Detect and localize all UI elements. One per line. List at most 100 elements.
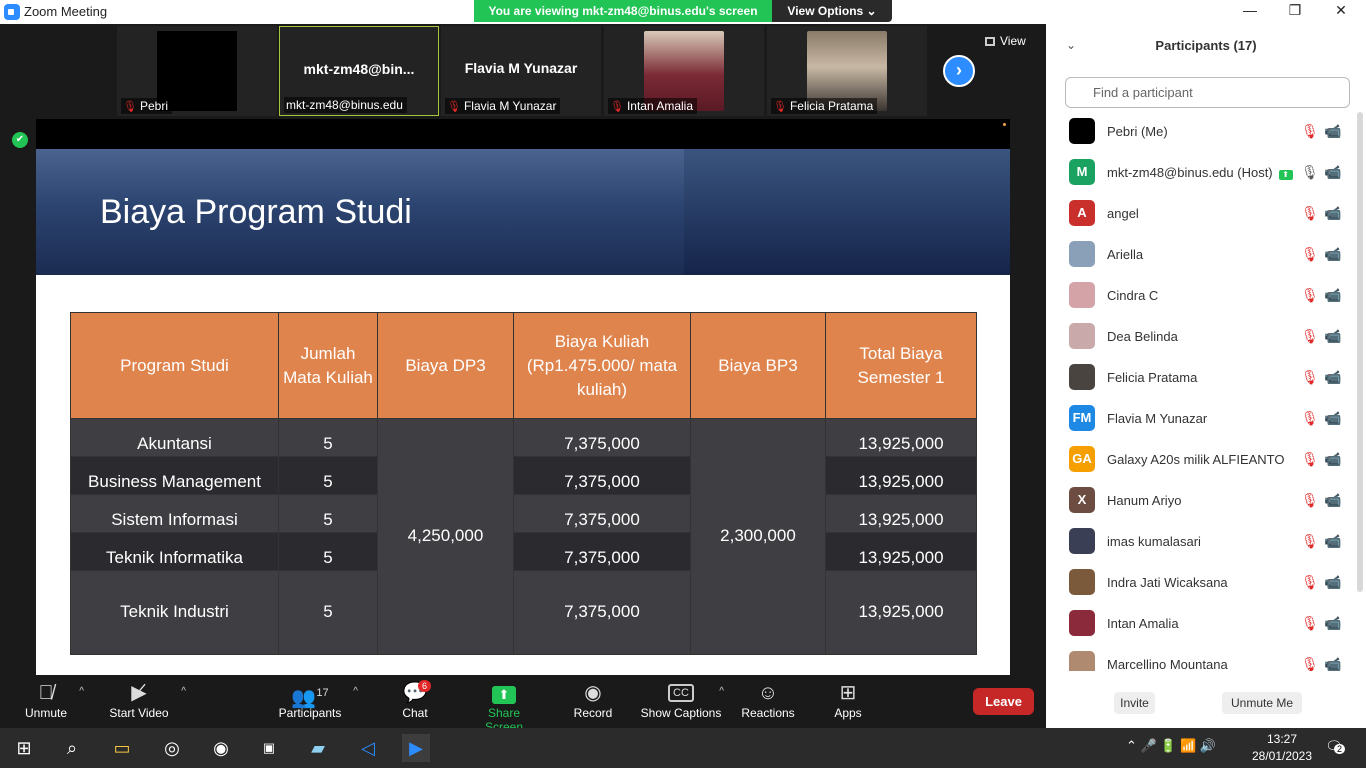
mic-muted-icon[interactable]: 🎙 (1301, 410, 1319, 427)
mic-muted-icon[interactable]: 🎙 (1301, 328, 1319, 345)
share-screen-button[interactable]: ⬆ Share Screen (468, 680, 540, 734)
zoom-taskbar-icon[interactable]: ▶ (402, 734, 430, 762)
mic-muted-icon[interactable]: 🎙 (1301, 574, 1319, 591)
participant-row[interactable]: Mmkt-zm48@binus.edu (Host) ⬆ 🎙 📹 (1046, 152, 1354, 193)
unmute-button[interactable]: 🎙̸ Unmute ^ (24, 680, 84, 720)
video-off-icon[interactable]: 📹 (1324, 287, 1341, 304)
video-strip: 🎙 Pebri mkt-zm48@bin... mkt-zm48@binus.ed… (0, 24, 1046, 119)
leave-button[interactable]: Leave (973, 688, 1034, 715)
slide-title: Biaya Program Studi (100, 193, 412, 231)
chrome-icon[interactable]: ◎ (158, 734, 186, 762)
participant-row[interactable]: Marcellino Mountana 🎙 📹 (1046, 644, 1354, 671)
participant-row[interactable]: GA Galaxy A20s milik ALFIEANTO 🎙 📹 (1046, 439, 1354, 480)
windows-start-icon[interactable]: ⊞ (10, 734, 38, 762)
chevron-up-icon[interactable]: ^ (181, 686, 186, 697)
header-kuliah: Biaya Kuliah (Rp1.475.000/ mata kuliah) (513, 312, 691, 419)
chat-button[interactable]: 💬 6 Chat (400, 680, 432, 720)
video-tile-host[interactable]: mkt-zm48@bin... mkt-zm48@binus.edu (279, 26, 439, 116)
sharing-icon: ⬆ (1278, 170, 1293, 180)
mic-muted-icon[interactable]: 🎙 (1301, 205, 1319, 222)
video-tile-intan[interactable]: 🎙 Intan Amalia (604, 26, 764, 116)
participant-row[interactable]: Intan Amalia 🎙 📹 (1046, 603, 1354, 644)
participant-name: Marcellino Mountana (1107, 657, 1228, 671)
zoom-logo-icon (4, 4, 20, 20)
video-off-icon[interactable]: 📹 (1324, 656, 1341, 671)
mic-icon[interactable]: 🎙 (1301, 164, 1319, 181)
next-page-button[interactable]: › (943, 55, 975, 87)
mic-muted-icon[interactable]: 🎙 (1301, 369, 1319, 386)
video-tile-pebri[interactable]: 🎙 Pebri (117, 26, 277, 116)
video-tile-felicia[interactable]: 🎙 Felicia Pratama (767, 26, 927, 116)
participant-row[interactable]: Indra Jati Wicaksana 🎙 📹 (1046, 562, 1354, 603)
mic-muted-icon[interactable]: 🎙 (1301, 615, 1319, 632)
participant-row[interactable]: Ariella 🎙 📹 (1046, 234, 1354, 275)
minimize-button[interactable]: — (1235, 2, 1265, 18)
participant-row[interactable]: Cindra C 🎙 📹 (1046, 275, 1354, 316)
view-options-button[interactable]: View Options ⌄ (772, 0, 892, 22)
mic-muted-icon[interactable]: 🎙 (1301, 287, 1319, 304)
mic-muted-icon[interactable]: 🎙 (1301, 492, 1319, 509)
notepad-icon[interactable]: ▰ (304, 734, 332, 762)
participant-row[interactable]: Pebri (Me) 🎙 📹 (1046, 111, 1354, 152)
mic-muted-icon[interactable]: 🎙 (1301, 246, 1319, 263)
vscode-icon[interactable]: ◁ (354, 734, 382, 762)
video-off-icon[interactable]: 📹 (1324, 205, 1341, 222)
tile-name: Flavia M Yunazar (463, 99, 557, 113)
mic-muted-icon[interactable]: 🎙 (1301, 656, 1319, 671)
video-off-icon[interactable]: 📹 (1324, 533, 1341, 550)
avatar (1069, 282, 1095, 308)
avatar: GA (1069, 446, 1095, 472)
cell-jumlah: 5 (278, 418, 378, 457)
video-off-icon[interactable]: 📹 (1324, 246, 1341, 263)
file-explorer-icon[interactable]: ▭ (108, 734, 136, 762)
search-icon[interactable]: ⌕ (58, 734, 86, 762)
video-off-icon[interactable]: 📹 (1324, 574, 1341, 591)
participant-search-input[interactable] (1065, 77, 1350, 108)
invite-button[interactable]: Invite (1114, 692, 1155, 714)
reactions-button[interactable]: ☺ Reactions (740, 680, 796, 720)
record-button[interactable]: ◉ Record (572, 680, 614, 720)
media-player-icon[interactable]: ◉ (207, 734, 235, 762)
video-off-icon[interactable]: 📹 (1324, 328, 1341, 345)
video-off-icon[interactable]: 📹 (1324, 164, 1341, 181)
start-video-button[interactable]: ▶̸ Start Video ^ (108, 680, 186, 720)
close-button[interactable]: ✕ (1326, 2, 1356, 19)
participant-row[interactable]: imas kumalasari 🎙 📹 (1046, 521, 1354, 562)
participant-list-scrollbar[interactable] (1357, 112, 1363, 592)
chevron-up-icon[interactable]: ^ (353, 686, 358, 697)
video-off-icon[interactable]: 📹 (1324, 492, 1341, 509)
reactions-icon: ☺ (757, 682, 779, 704)
mic-muted-icon[interactable]: 🎙 (1301, 123, 1319, 140)
security-shield-icon[interactable]: ✔ (12, 132, 28, 148)
participants-button[interactable]: 👥17 Participants ^ (278, 680, 358, 720)
show-captions-button[interactable]: CC Show Captions ^ (640, 680, 724, 720)
notification-icon[interactable]: 🗨2 (1325, 738, 1346, 755)
video-off-icon[interactable]: 📹 (1324, 410, 1341, 427)
zoom-meeting-window: Zoom Meeting You are viewing mkt-zm48@bi… (0, 0, 1366, 768)
video-off-icon[interactable]: 📹 (1324, 369, 1341, 386)
avatar (1069, 241, 1095, 267)
participant-row[interactable]: X Hanum Ariyo 🎙 📹 (1046, 480, 1354, 521)
mic-muted-icon[interactable]: 🎙 (1301, 533, 1319, 550)
clock[interactable]: 13:27 28/01/2023 (1250, 731, 1314, 765)
system-tray[interactable]: ⌃ 🎤 🔋 📶 🔊 (1126, 738, 1216, 754)
video-off-icon[interactable]: 📹 (1324, 123, 1341, 140)
unmute-me-button[interactable]: Unmute Me (1222, 692, 1302, 714)
participant-name: Galaxy A20s milik ALFIEANTO (1107, 452, 1285, 467)
participant-row[interactable]: Dea Belinda 🎙 📹 (1046, 316, 1354, 357)
video-off-icon[interactable]: 📹 (1324, 451, 1341, 468)
video-tile-flavia[interactable]: Flavia M Yunazar 🎙 Flavia M Yunazar (441, 26, 601, 116)
participant-row[interactable]: Aangel 🎙 📹 (1046, 193, 1354, 234)
terminal-icon[interactable]: ▣ (255, 734, 283, 762)
chevron-up-icon[interactable]: ^ (719, 686, 724, 697)
chevron-up-icon[interactable]: ^ (79, 686, 84, 697)
video-off-icon[interactable]: 📹 (1324, 615, 1341, 632)
participant-row[interactable]: Felicia Pratama 🎙 📹 (1046, 357, 1354, 398)
participant-row[interactable]: FM Flavia M Yunazar 🎙 📹 (1046, 398, 1354, 439)
apps-button[interactable]: ⊞ Apps (830, 680, 866, 720)
view-button[interactable]: View (985, 34, 1026, 48)
cell-jumlah: 5 (278, 494, 378, 533)
cell-program: Business Management (70, 456, 279, 495)
restore-button[interactable]: ❐ (1280, 2, 1310, 19)
mic-muted-icon[interactable]: 🎙 (1301, 451, 1319, 468)
